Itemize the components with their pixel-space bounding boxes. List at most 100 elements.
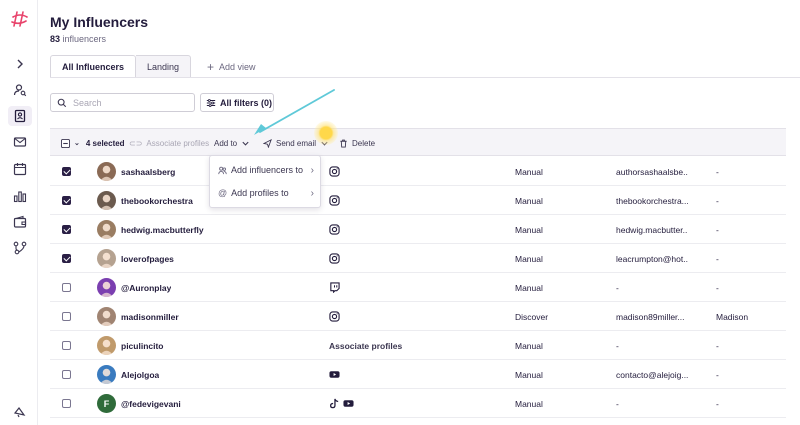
link-icon: ⊂⊃ — [129, 138, 143, 148]
contact-name: - — [716, 166, 719, 177]
tab-all-influencers[interactable]: All Influencers — [50, 55, 137, 78]
source: Manual — [515, 369, 543, 380]
all-filters-button[interactable]: All filters (0) — [200, 93, 274, 112]
add-profiles-to-item[interactable]: @ Add profiles to › — [218, 183, 314, 203]
megaphone-icon[interactable] — [12, 403, 28, 419]
youtube-icon[interactable] — [329, 360, 340, 389]
row-checkbox[interactable] — [62, 312, 71, 321]
selected-count: 4 selected — [85, 138, 125, 148]
influencer-count: 83 influencers — [50, 34, 106, 44]
calendar-icon[interactable] — [12, 161, 28, 177]
delete-button[interactable]: Delete — [339, 129, 375, 157]
row-checkbox[interactable] — [62, 283, 71, 292]
email: - — [616, 282, 619, 293]
table-row[interactable]: hedwig.macbutterfly Manual hedwig.macbut… — [50, 215, 786, 244]
row-checkbox[interactable] — [62, 254, 71, 263]
table-row[interactable]: thebookorchestra Manual thebookorchestra… — [50, 186, 786, 215]
row-checkbox[interactable] — [62, 370, 71, 379]
row-checkbox[interactable] — [62, 341, 71, 350]
source: Manual — [515, 282, 543, 293]
avatar — [97, 336, 116, 355]
search-icon — [57, 98, 67, 107]
add-influencers-to-item[interactable]: Add influencers to › — [218, 160, 314, 180]
app-logo-icon[interactable] — [11, 10, 29, 28]
associate-profiles-link[interactable]: Associate profiles — [329, 331, 402, 360]
tab-landing[interactable]: Landing — [136, 55, 192, 78]
contact-name: - — [716, 224, 719, 235]
send-email-label: Send email — [276, 138, 317, 148]
mail-icon[interactable] — [12, 134, 28, 150]
table-row[interactable]: loverofpages Manual leacrumpton@hot... - — [50, 244, 786, 273]
associate-profiles-button[interactable]: ⊂⊃ Associate profiles — [129, 129, 209, 157]
instagram-icon[interactable] — [329, 302, 340, 331]
filter-sliders-icon — [206, 98, 216, 107]
source: Manual — [515, 398, 543, 409]
username[interactable]: loverofpages — [121, 244, 174, 273]
add-to-button[interactable]: Add to — [214, 129, 250, 157]
username[interactable]: thebookorchestra — [121, 186, 193, 215]
contact-name: Madison — [716, 311, 749, 322]
add-view-button[interactable]: + Add view — [207, 60, 256, 74]
row-checkbox[interactable] — [62, 225, 71, 234]
table-row[interactable]: piculincito Associate profiles Manual - … — [50, 331, 786, 360]
send-icon — [263, 138, 272, 148]
tiktok-youtube-icons[interactable] — [329, 389, 354, 418]
contacts-book-icon[interactable] — [8, 106, 32, 126]
cursor-highlight-icon — [314, 121, 338, 145]
row-checkbox[interactable] — [62, 196, 71, 205]
at-icon: @ — [218, 188, 228, 198]
add-to-dropdown: Add influencers to › @ Add profiles to › — [209, 155, 321, 208]
expand-chevron-icon[interactable] — [12, 56, 28, 72]
trash-icon — [340, 139, 347, 148]
delete-label: Delete — [352, 138, 376, 148]
avatar — [97, 220, 116, 239]
search-input[interactable]: Search — [50, 93, 195, 112]
add-profiles-to-label: Add profiles to — [231, 188, 289, 198]
source: Manual — [515, 224, 543, 235]
instagram-icon[interactable] — [329, 186, 340, 215]
row-checkbox[interactable] — [62, 167, 71, 176]
filters-label: All filters (0) — [220, 97, 273, 108]
view-tabs: All Influencers Landing — [50, 55, 192, 78]
instagram-icon[interactable] — [329, 244, 340, 273]
add-influencers-to-label: Add influencers to — [231, 165, 304, 175]
email: - — [616, 340, 619, 351]
chevron-down-icon — [242, 141, 249, 146]
table-row[interactable]: Alejolgoa Manual contacto@alejoig... - — [50, 360, 786, 389]
username[interactable]: @fedevigevani — [121, 389, 181, 418]
email: - — [616, 398, 619, 409]
username[interactable]: @Auronplay — [121, 273, 171, 302]
instagram-icon[interactable] — [329, 157, 340, 186]
email: authorsashaalsbe... — [616, 166, 688, 177]
search-placeholder: Search — [73, 97, 102, 108]
chevron-down-icon: ⌄ — [74, 140, 80, 147]
select-all-checkbox[interactable]: ⌄ 4 selected — [61, 129, 125, 157]
table-row[interactable]: F @fedevigevani Manual - - — [50, 389, 786, 418]
bar-chart-icon[interactable] — [12, 188, 28, 204]
source: Manual — [515, 195, 543, 206]
avatar-letter: F — [103, 398, 110, 409]
wallet-icon[interactable] — [12, 214, 28, 230]
table-row[interactable]: @Auronplay Manual - - — [50, 273, 786, 302]
username[interactable]: sashaalsberg — [121, 157, 175, 186]
table-row[interactable]: sashaalsberg Manual authorsashaalsbe... … — [50, 157, 786, 186]
user-search-icon[interactable] — [12, 82, 28, 98]
avatar — [97, 278, 116, 297]
username[interactable]: madisonmiller — [121, 302, 179, 331]
username[interactable]: Alejolgoa — [121, 360, 159, 389]
workflow-icon[interactable] — [12, 240, 28, 256]
instagram-icon[interactable] — [329, 215, 340, 244]
bulk-actions-toolbar: ⌄ 4 selected ⊂⊃ Associate profiles Add t… — [50, 128, 786, 156]
username[interactable]: hedwig.macbutterfly — [121, 215, 204, 244]
page-title: My Influencers — [50, 14, 149, 30]
source: Manual — [515, 340, 543, 351]
count-suffix: influencers — [62, 34, 107, 44]
email: madison89miller... — [616, 311, 685, 322]
contact-name: - — [716, 398, 719, 409]
twitch-icon[interactable] — [329, 273, 340, 302]
table-row[interactable]: madisonmiller Discover madison89miller..… — [50, 302, 786, 331]
minus-checkbox-icon — [61, 138, 70, 148]
row-checkbox[interactable] — [62, 399, 71, 408]
email: thebookorchestra... — [616, 195, 688, 206]
username[interactable]: piculincito — [121, 331, 164, 360]
